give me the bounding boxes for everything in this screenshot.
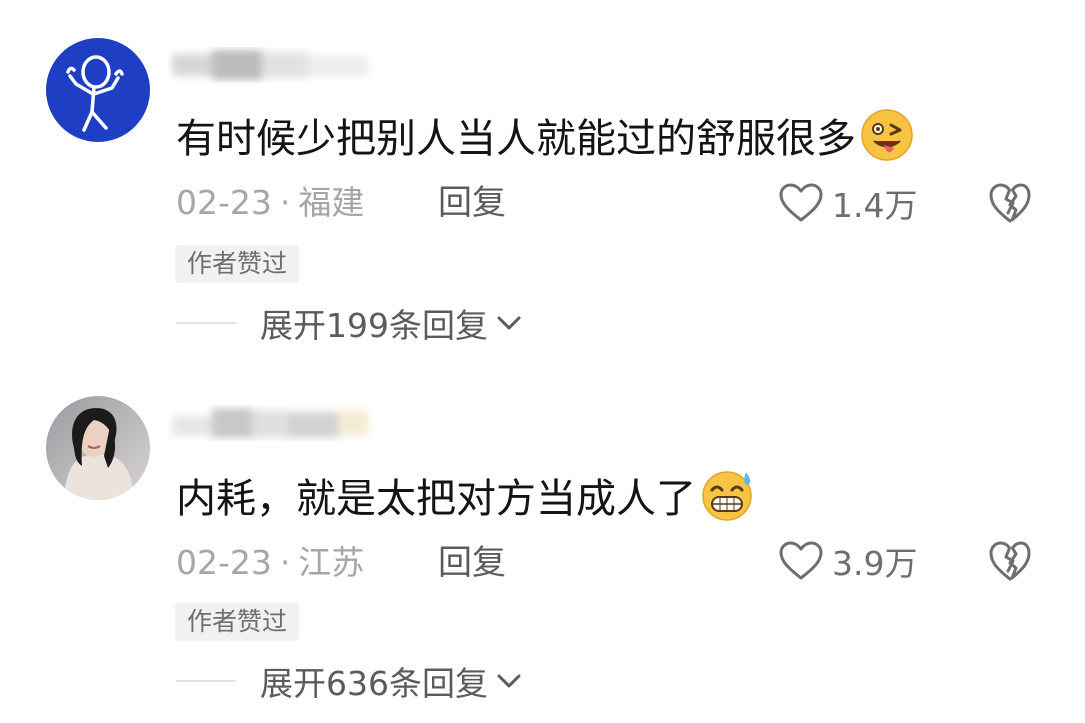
broken-heart-icon: [989, 183, 1031, 223]
heart-icon: [779, 183, 823, 222]
like-button[interactable]: 1.4万: [778, 179, 917, 227]
like-count: 1.4万: [832, 186, 918, 225]
divider-line: [176, 680, 236, 682]
like-count: 3.9万: [832, 544, 918, 583]
comment-date: 02-23: [176, 183, 272, 222]
reply-button[interactable]: 回复: [438, 183, 506, 223]
dislike-button[interactable]: [988, 539, 1032, 583]
dislike-button[interactable]: [988, 181, 1032, 225]
username-blurred: [168, 40, 388, 88]
grinning-sweat-emoji-icon: [700, 468, 754, 522]
avatar[interactable]: [46, 38, 150, 142]
broken-heart-icon: [989, 541, 1031, 581]
expand-replies-label: 展开636条回复: [260, 664, 488, 703]
comment-location: 江苏: [298, 543, 365, 582]
stick-figure-avatar-icon: [46, 38, 150, 142]
comment-meta: 02-23 · 江苏: [176, 543, 365, 582]
comment-date: 02-23: [176, 543, 272, 582]
comment-text: 内耗，就是太把对方当成人了: [176, 468, 754, 523]
author-liked-badge: 作者赞过: [175, 603, 300, 641]
heart-icon: [779, 541, 823, 580]
winking-tongue-emoji-icon: [860, 108, 914, 162]
chevron-down-icon: [497, 674, 521, 688]
like-button[interactable]: 3.9万: [778, 537, 917, 585]
divider-line: [176, 322, 236, 324]
reply-button[interactable]: 回复: [438, 543, 506, 583]
comment-meta: 02-23 · 福建: [176, 183, 365, 222]
comment-item: 有时候少把别人当人就能过的舒服很多 02-23 · 福建 回复 1.4万 作者赞过 …: [0, 0, 1085, 360]
comment-location: 福建: [298, 183, 365, 222]
expand-replies-button[interactable]: 展开199条回复: [176, 299, 522, 347]
woman-photo-avatar-icon: [46, 396, 150, 500]
comment-text: 有时候少把别人当人就能过的舒服很多: [176, 108, 914, 163]
comment-item: 内耗，就是太把对方当成人了 02-23 · 江苏 回复 3.9万 作者赞过 展开6: [0, 360, 1085, 720]
expand-replies-label: 展开199条回复: [260, 306, 488, 345]
chevron-down-icon: [497, 316, 521, 330]
expand-replies-button[interactable]: 展开636条回复: [176, 657, 522, 705]
avatar[interactable]: [46, 396, 150, 500]
author-liked-badge: 作者赞过: [175, 245, 300, 283]
username-blurred: [168, 400, 388, 448]
